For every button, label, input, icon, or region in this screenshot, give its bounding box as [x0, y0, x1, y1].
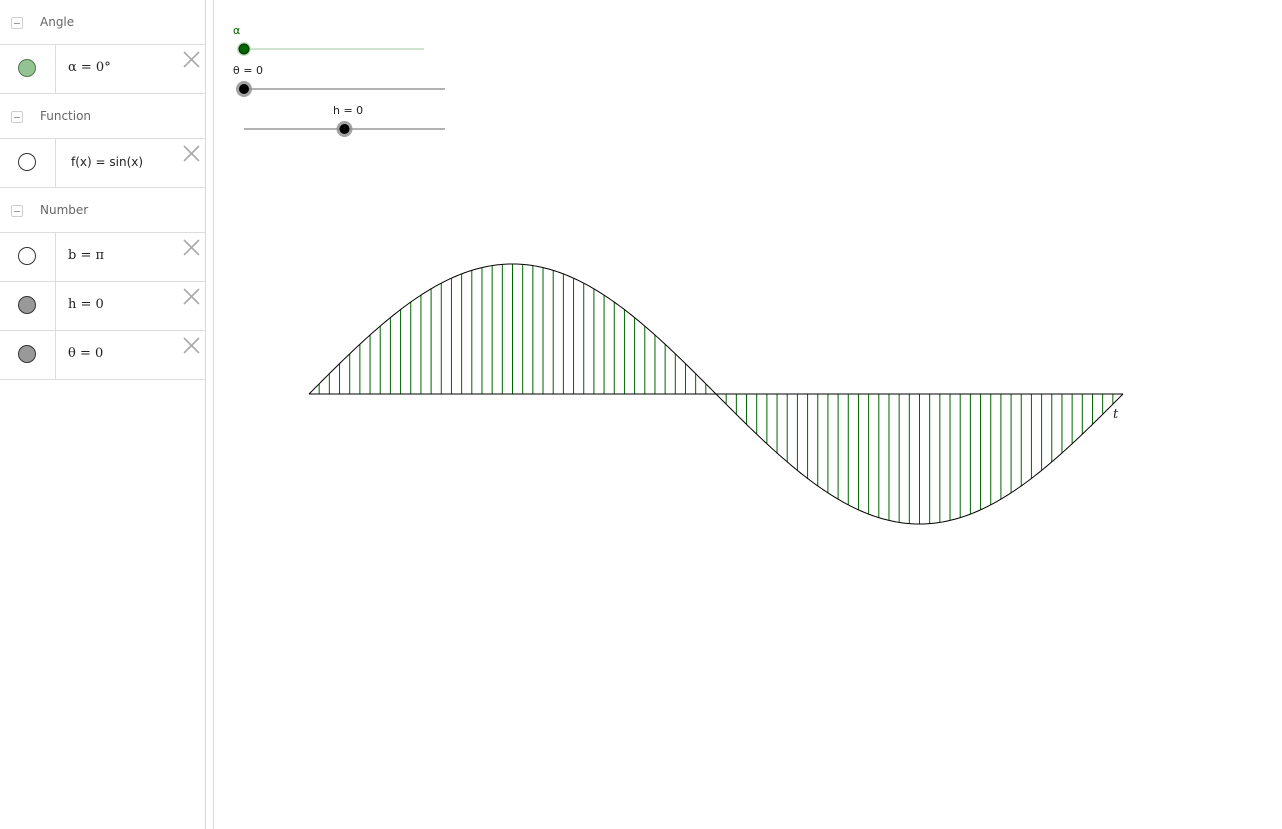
visibility-marble-icon[interactable] [18, 59, 36, 77]
algebra-item-alpha[interactable]: α = 0° [0, 45, 205, 94]
collapse-icon[interactable] [11, 111, 23, 123]
group-header-function[interactable]: Function [0, 94, 205, 139]
collapse-icon[interactable] [11, 17, 23, 29]
algebra-item-b[interactable]: b = π [0, 233, 205, 282]
panel-divider[interactable] [206, 0, 214, 829]
algebra-item-h[interactable]: h = 0 [0, 282, 205, 331]
axis-label-t: t [1113, 407, 1119, 422]
algebra-formula[interactable]: b = π [68, 248, 104, 263]
visibility-marble-icon[interactable] [18, 345, 36, 363]
slider-knob[interactable] [239, 84, 249, 94]
algebra-formula[interactable]: f(x) = sin(x) [71, 155, 143, 169]
close-icon[interactable] [183, 51, 200, 68]
group-label: Function [40, 109, 92, 123]
marble-cell[interactable] [0, 331, 56, 379]
group-header-number[interactable]: Number [0, 188, 205, 233]
marble-cell[interactable] [0, 45, 56, 93]
slider-h[interactable] [244, 121, 445, 137]
marble-cell[interactable] [0, 139, 56, 187]
slider-alpha[interactable] [237, 42, 424, 56]
algebra-item-theta[interactable]: θ = 0 [0, 331, 205, 380]
algebra-formula[interactable]: α = 0° [68, 60, 111, 75]
slider-knob[interactable] [339, 124, 350, 134]
algebra-item-f[interactable]: f(x) = sin(x) [0, 139, 205, 188]
close-icon[interactable] [183, 239, 200, 256]
graphics-canvas[interactable]: t [214, 0, 1282, 829]
visibility-marble-icon[interactable] [18, 153, 36, 171]
geogebra-app: Angle α = 0° Function f(x) = sin(x) Numb… [0, 0, 1282, 829]
algebra-formula[interactable]: h = 0 [68, 297, 104, 312]
slider-theta[interactable] [236, 81, 445, 97]
algebra-panel: Angle α = 0° Function f(x) = sin(x) Numb… [0, 0, 206, 829]
graphics-view[interactable]: α θ = 0 h = 0 t [214, 0, 1282, 829]
visibility-marble-icon[interactable] [18, 247, 36, 265]
slider-knob[interactable] [238, 43, 250, 55]
group-header-angle[interactable]: Angle [0, 0, 205, 45]
group-label: Number [40, 203, 89, 217]
close-icon[interactable] [183, 337, 200, 354]
visibility-marble-icon[interactable] [18, 296, 36, 314]
algebra-formula[interactable]: θ = 0 [68, 346, 103, 361]
close-icon[interactable] [183, 288, 200, 305]
marble-cell[interactable] [0, 233, 56, 281]
group-label: Angle [40, 15, 75, 29]
marble-cell[interactable] [0, 282, 56, 330]
collapse-icon[interactable] [11, 205, 23, 217]
close-icon[interactable] [183, 145, 200, 162]
